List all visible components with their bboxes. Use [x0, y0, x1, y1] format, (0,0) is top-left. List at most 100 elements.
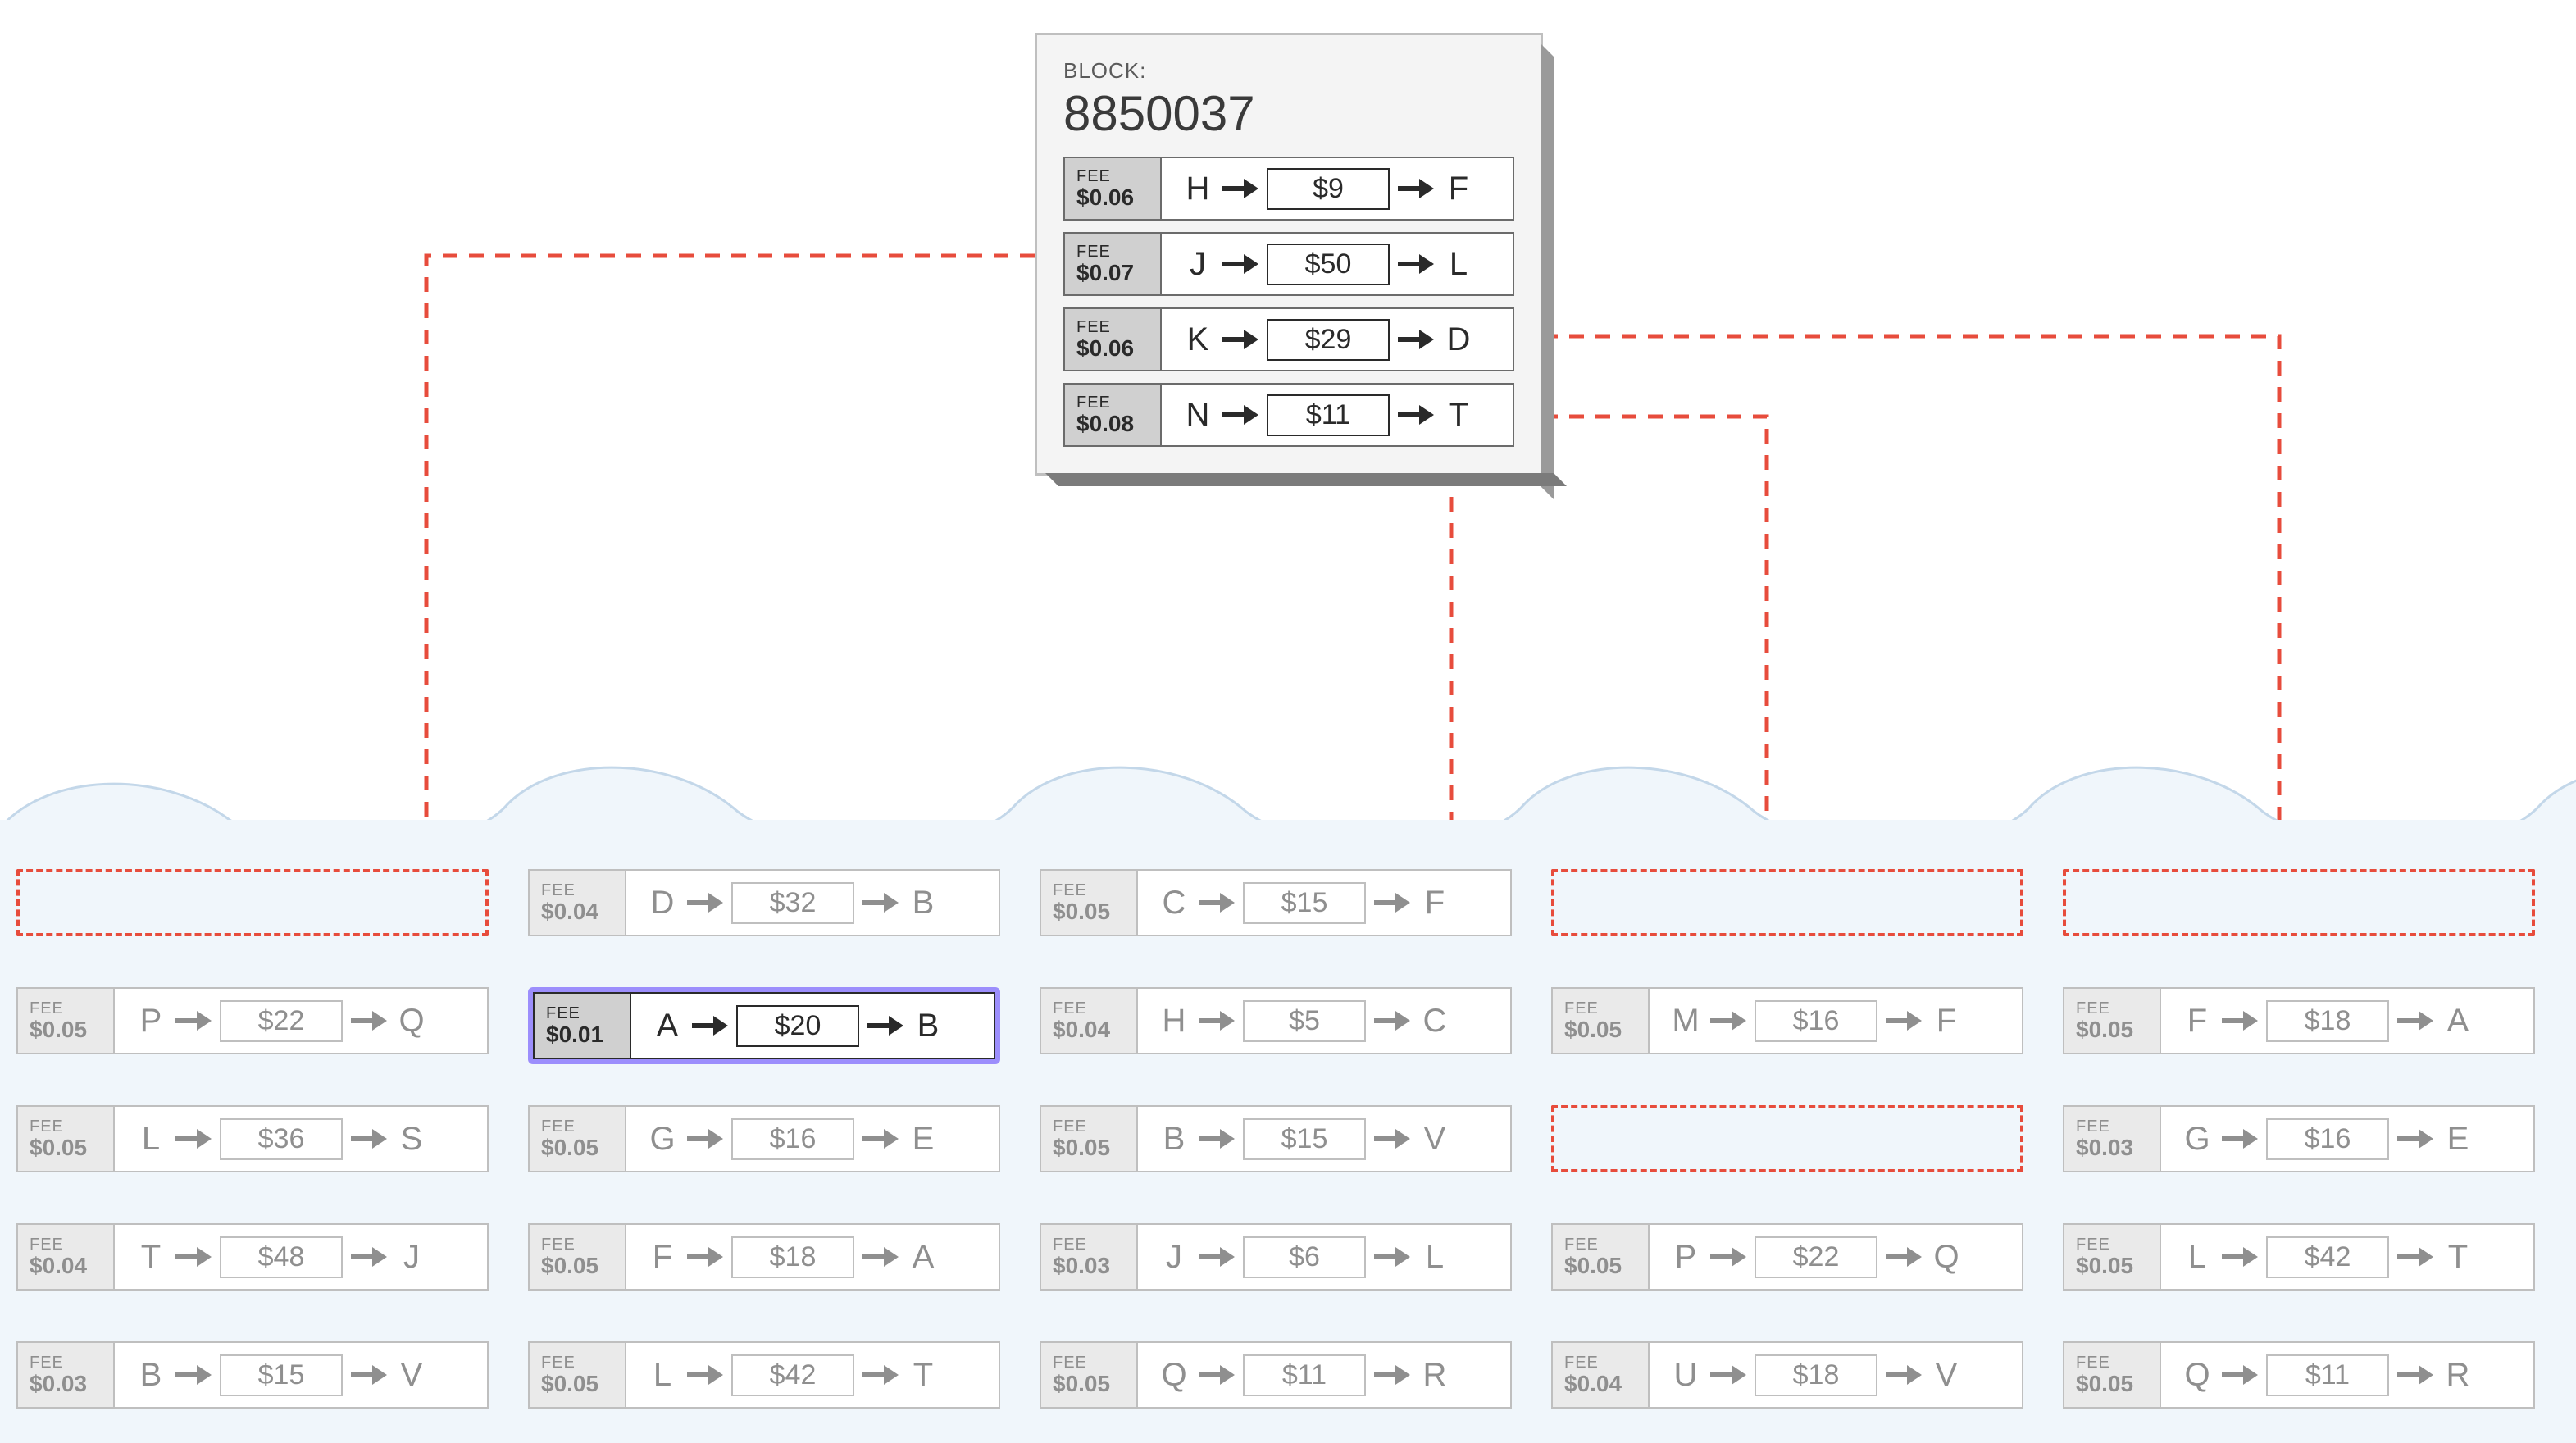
fee-cell: FEE $0.05 — [2064, 989, 2161, 1053]
tx-from: P — [1669, 1239, 1702, 1276]
fee-cell: FEE $0.06 — [1065, 309, 1162, 370]
tx-body: N $11 T — [1162, 385, 1513, 445]
tx-to: B — [912, 1008, 944, 1045]
fee-label-text: FEE — [30, 1236, 113, 1254]
tx-body: P $22 Q — [1650, 1225, 2022, 1289]
tx-body: M $16 F — [1650, 989, 2022, 1053]
tx-body: D $32 B — [626, 871, 999, 935]
tx-tile: FEE $0.03 B $15 V — [16, 1341, 489, 1409]
tx-tile: FEE $0.03 G $16 E — [2063, 1105, 2535, 1172]
fee-label-text: FEE — [2076, 999, 2160, 1018]
tx-tile: FEE $0.05 Q $11 R — [1040, 1341, 1512, 1409]
fee-amount: $0.04 — [1053, 1017, 1136, 1043]
tx-to: A — [2442, 1003, 2474, 1040]
tx-tile: FEE $0.05 L $42 T — [2063, 1223, 2535, 1291]
tx-tile: FEE $0.05 F $18 A — [2063, 987, 2535, 1054]
fee-amount: $0.05 — [2076, 1017, 2160, 1043]
fee-amount: $0.05 — [541, 1371, 625, 1397]
fee-label-text: FEE — [546, 1004, 630, 1023]
fee-amount: $0.04 — [30, 1253, 113, 1279]
fee-label-text: FEE — [1076, 318, 1160, 337]
arrow-icon — [2222, 1247, 2258, 1267]
tx-to: F — [1930, 1003, 1963, 1040]
arrow-icon — [862, 1247, 899, 1267]
fee-cell: FEE $0.05 — [530, 1225, 626, 1289]
tx-from: B — [134, 1357, 167, 1394]
tx-from: L — [134, 1121, 167, 1158]
tx-amount: $42 — [2266, 1236, 2389, 1278]
arrow-icon — [351, 1247, 387, 1267]
arrow-icon — [1199, 1129, 1235, 1149]
tx-from: B — [1158, 1121, 1190, 1158]
tx-to: Q — [395, 1003, 428, 1040]
fee-label-text: FEE — [2076, 1118, 2160, 1136]
tx-amount: $22 — [220, 1000, 343, 1042]
tx-tile: FEE $0.04 T $48 J — [16, 1223, 489, 1291]
arrow-icon — [1199, 1011, 1235, 1031]
block-tx-1: FEE $0.07 J $50 L — [1063, 232, 1514, 296]
fee-cell: FEE $0.08 — [1065, 385, 1162, 445]
tx-tile: FEE $0.05 P $22 Q — [16, 987, 489, 1054]
fee-label-text: FEE — [541, 881, 625, 900]
arrow-icon — [1886, 1247, 1922, 1267]
arrow-icon — [692, 1016, 728, 1036]
tx-tile: FEE $0.07 J $50 L — [1063, 232, 1514, 296]
fee-label-text: FEE — [1053, 1118, 1136, 1136]
fee-label-text: FEE — [1076, 167, 1160, 186]
tx-body: U $18 V — [1650, 1343, 2022, 1407]
block-number: 8850037 — [1063, 85, 1514, 142]
fee-amount: $0.03 — [2076, 1135, 2160, 1161]
tx-from: H — [1181, 171, 1214, 207]
arrow-icon — [1222, 254, 1258, 274]
fee-amount: $0.01 — [546, 1022, 630, 1048]
fee-cell: FEE $0.04 — [18, 1225, 115, 1289]
tx-body: H $5 C — [1138, 989, 1510, 1053]
tx-tile: FEE $0.05 L $36 S — [16, 1105, 489, 1172]
arrow-icon — [2397, 1129, 2433, 1149]
tx-body: Q $11 R — [2161, 1343, 2533, 1407]
arrow-icon — [1398, 405, 1434, 425]
arrow-icon — [2222, 1129, 2258, 1149]
fee-amount: $0.04 — [1564, 1371, 1648, 1397]
tx-to: R — [2442, 1357, 2474, 1394]
highlighted-tx: FEE $0.01 A $20 B — [528, 987, 1000, 1064]
removed-tx-slot — [1551, 869, 2023, 936]
fee-amount: $0.07 — [1076, 260, 1160, 286]
tx-body: B $15 V — [115, 1343, 487, 1407]
fee-label-text: FEE — [2076, 1354, 2160, 1372]
arrow-icon — [1398, 254, 1434, 274]
tx-amount: $32 — [731, 882, 854, 924]
fee-amount: $0.03 — [30, 1371, 113, 1397]
fee-cell: FEE $0.03 — [2064, 1107, 2161, 1171]
arrow-icon — [1222, 330, 1258, 349]
arrow-icon — [1398, 179, 1434, 198]
tx-to: L — [1442, 246, 1475, 283]
tx-body: L $36 S — [115, 1107, 487, 1171]
tx-from: C — [1158, 885, 1190, 922]
fee-amount: $0.03 — [1053, 1253, 1136, 1279]
tx-to: T — [907, 1357, 940, 1394]
tx-body: J $50 L — [1162, 234, 1513, 294]
tx-amount: $42 — [731, 1354, 854, 1396]
arrow-icon — [351, 1011, 387, 1031]
tx-to: T — [1442, 397, 1475, 434]
tx-to: Q — [1930, 1239, 1963, 1276]
tx-from: F — [2181, 1003, 2214, 1040]
fee-label-text: FEE — [30, 1354, 113, 1372]
tx-amount: $22 — [1755, 1236, 1877, 1278]
arrow-icon — [687, 1365, 723, 1385]
tx-to: B — [907, 885, 940, 922]
tx-to: C — [1418, 1003, 1451, 1040]
tx-from: N — [1181, 397, 1214, 434]
fee-label-text: FEE — [1564, 999, 1648, 1018]
tx-amount: $16 — [1755, 1000, 1877, 1042]
arrow-icon — [351, 1129, 387, 1149]
tx-body: K $29 D — [1162, 309, 1513, 370]
tx-amount: $18 — [1755, 1354, 1877, 1396]
fee-cell: FEE $0.05 — [2064, 1343, 2161, 1407]
arrow-icon — [862, 1129, 899, 1149]
arrow-icon — [862, 1365, 899, 1385]
tx-to: L — [1418, 1239, 1451, 1276]
fee-amount: $0.05 — [541, 1135, 625, 1161]
block-label: BLOCK: — [1063, 58, 1514, 84]
